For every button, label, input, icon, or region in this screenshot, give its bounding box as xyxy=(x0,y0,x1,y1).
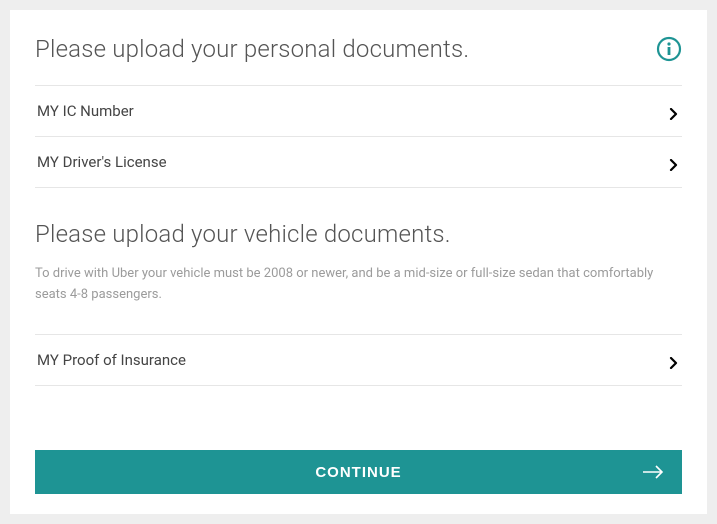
document-upload-card: Please upload your personal documents. M… xyxy=(10,10,707,514)
chevron-right-icon xyxy=(668,156,680,168)
list-item-drivers-license[interactable]: MY Driver's License xyxy=(35,137,682,188)
vehicle-section-title: Please upload your vehicle documents. xyxy=(35,220,682,248)
arrow-right-icon xyxy=(642,465,664,479)
list-item-label: MY Driver's License xyxy=(37,153,167,171)
personal-header-row: Please upload your personal documents. xyxy=(35,35,682,63)
chevron-right-icon xyxy=(668,354,680,366)
vehicle-section: Please upload your vehicle documents. To… xyxy=(35,220,682,386)
personal-documents-list: MY IC Number MY Driver's License xyxy=(35,85,682,188)
list-item-label: MY IC Number xyxy=(37,102,134,120)
chevron-right-icon xyxy=(668,105,680,117)
list-item-ic-number[interactable]: MY IC Number xyxy=(35,86,682,137)
list-item-label: MY Proof of Insurance xyxy=(37,351,186,369)
vehicle-documents-list: MY Proof of Insurance xyxy=(35,334,682,386)
info-icon[interactable] xyxy=(656,36,682,62)
continue-button[interactable]: CONTINUE xyxy=(35,450,682,494)
list-item-proof-of-insurance[interactable]: MY Proof of Insurance xyxy=(35,335,682,386)
vehicle-subtext: To drive with Uber your vehicle must be … xyxy=(35,264,682,306)
continue-button-label: CONTINUE xyxy=(315,464,401,481)
personal-section-title: Please upload your personal documents. xyxy=(35,35,469,63)
